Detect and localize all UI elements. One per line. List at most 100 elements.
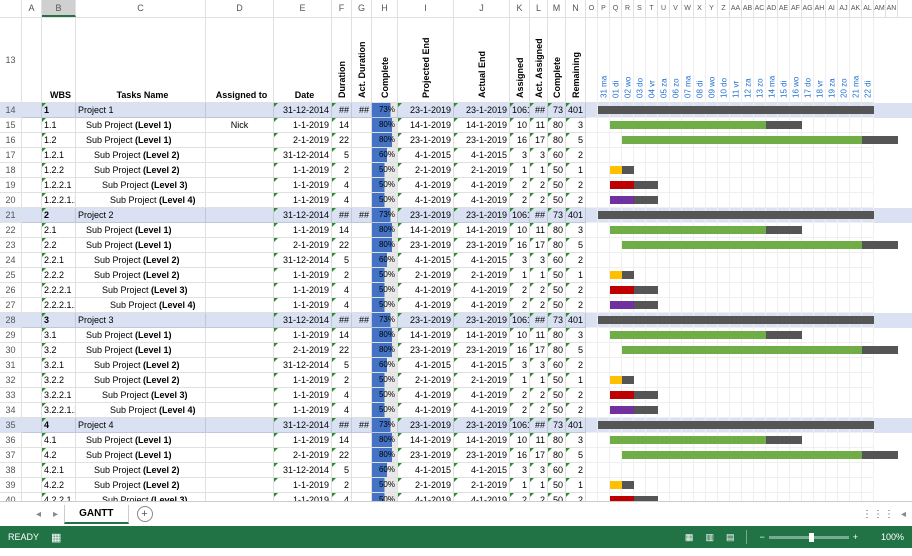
gantt-bar[interactable] <box>610 436 766 444</box>
zoom-out-icon[interactable]: − <box>759 532 764 542</box>
gantt-bar[interactable] <box>598 421 874 429</box>
row-header-27[interactable]: 27 <box>0 298 22 313</box>
cell-16-F[interactable]: 22 <box>332 133 352 148</box>
cell-40-C[interactable]: Sub Project (Level 3) <box>76 493 206 501</box>
cell-27-K[interactable]: 2 <box>510 298 530 313</box>
row-header-28[interactable]: 28 <box>0 313 22 328</box>
row-header-19[interactable]: 19 <box>0 178 22 193</box>
header-wbs[interactable]: WBS <box>42 18 76 103</box>
gantt-header-day-8[interactable]: 07 ma <box>682 18 694 103</box>
add-sheet-button[interactable]: + <box>137 506 153 522</box>
cell-33-E[interactable]: 1-1-2019 <box>274 388 332 403</box>
gantt-bar[interactable] <box>610 376 622 384</box>
cell-22-B[interactable]: 2.1 <box>42 223 76 238</box>
cell-24-G[interactable] <box>352 253 372 268</box>
gantt-header-day-23[interactable]: 22 di <box>862 18 874 103</box>
cell-29-F[interactable]: 14 <box>332 328 352 343</box>
gantt-header-day-9[interactable]: 08 di <box>694 18 706 103</box>
cell-35-N[interactable]: 401 <box>566 418 586 433</box>
cell-34-K[interactable]: 2 <box>510 403 530 418</box>
cell-21-A[interactable] <box>22 208 42 223</box>
cell-24-M[interactable]: 60 <box>548 253 566 268</box>
cell-31-L[interactable]: 3 <box>530 358 548 373</box>
column-header-I[interactable]: I <box>398 0 454 17</box>
row-header-25[interactable]: 25 <box>0 268 22 283</box>
cell-36-M[interactable]: 80 <box>548 433 566 448</box>
cell-14-K[interactable]: 1061 <box>510 103 530 118</box>
column-header-B[interactable]: B <box>42 0 76 17</box>
cell-33-H[interactable]: 50% <box>372 388 398 403</box>
header-tasks-name[interactable]: Tasks Name <box>76 18 206 103</box>
column-header-O[interactable]: O <box>586 0 598 17</box>
cell-39-C[interactable]: Sub Project (Level 2) <box>76 478 206 493</box>
cell-38-N[interactable]: 2 <box>566 463 586 478</box>
cell-33-I[interactable]: 4-1-2019 <box>398 388 454 403</box>
cell-22-G[interactable] <box>352 223 372 238</box>
cell-20-N[interactable]: 2 <box>566 193 586 208</box>
cell-35-H[interactable]: 73% <box>372 418 398 433</box>
cell-26-A[interactable] <box>22 283 42 298</box>
cell-33-B[interactable]: 3.2.2.1 <box>42 388 76 403</box>
row-header-14[interactable]: 14 <box>0 103 22 118</box>
cell-39-A[interactable] <box>22 478 42 493</box>
cell-14-M[interactable]: 73 <box>548 103 566 118</box>
cell-34-E[interactable]: 1-1-2019 <box>274 403 332 418</box>
cell-19-A[interactable] <box>22 178 42 193</box>
column-header-AF[interactable]: AF <box>790 0 802 17</box>
cell-19-K[interactable]: 2 <box>510 178 530 193</box>
column-header-AH[interactable]: AH <box>814 0 826 17</box>
cell-35-M[interactable]: 73 <box>548 418 566 433</box>
view-normal-icon[interactable]: ▦ <box>685 532 694 543</box>
cell-14-C[interactable]: Project 1 <box>76 103 206 118</box>
cell-15-J[interactable]: 14-1-2019 <box>454 118 510 133</box>
cell-23-I[interactable]: 23-1-2019 <box>398 238 454 253</box>
cell-27-G[interactable] <box>352 298 372 313</box>
cell-28-K[interactable]: 1061 <box>510 313 530 328</box>
column-header-E[interactable]: E <box>274 0 332 17</box>
cell-19-G[interactable] <box>352 178 372 193</box>
cell-38-A[interactable] <box>22 463 42 478</box>
cell-25-F[interactable]: 2 <box>332 268 352 283</box>
cell-19-H[interactable]: 50% <box>372 178 398 193</box>
cell-22-D[interactable] <box>206 223 274 238</box>
cell-23-B[interactable]: 2.2 <box>42 238 76 253</box>
gantt-header-day-1[interactable]: 31 ma <box>598 18 610 103</box>
cell-26-F[interactable]: 4 <box>332 283 352 298</box>
cell-32-M[interactable]: 50 <box>548 373 566 388</box>
cell-23-C[interactable]: Sub Project (Level 1) <box>76 238 206 253</box>
cell-35-B[interactable]: 4 <box>42 418 76 433</box>
cell-26-G[interactable] <box>352 283 372 298</box>
cell-28-A[interactable] <box>22 313 42 328</box>
cell-35-L[interactable]: ## <box>530 418 548 433</box>
cell-40-E[interactable]: 1-1-2019 <box>274 493 332 501</box>
gantt-bar[interactable] <box>610 496 634 501</box>
cell-36-A[interactable] <box>22 433 42 448</box>
gantt-bar[interactable] <box>598 106 874 114</box>
column-header-AE[interactable]: AE <box>778 0 790 17</box>
cell-23-D[interactable] <box>206 238 274 253</box>
gantt-bar[interactable] <box>610 181 634 189</box>
cell-21-C[interactable]: Project 2 <box>76 208 206 223</box>
tab-nav-prev-icon[interactable]: ◂ <box>30 509 47 520</box>
cell-21-N[interactable]: 401 <box>566 208 586 223</box>
cell-31-A[interactable] <box>22 358 42 373</box>
gantt-bar[interactable] <box>598 316 874 324</box>
cell-14-J[interactable]: 23-1-2019 <box>454 103 510 118</box>
gantt-header-day-16[interactable]: 15 di <box>778 18 790 103</box>
cell-15-H[interactable]: 80% <box>372 118 398 133</box>
cell-21-F[interactable]: ## <box>332 208 352 223</box>
column-header-Y[interactable]: Y <box>706 0 718 17</box>
cell-21-L[interactable]: ## <box>530 208 548 223</box>
cell-29-N[interactable]: 3 <box>566 328 586 343</box>
cell-15-M[interactable]: 80 <box>548 118 566 133</box>
cell-37-F[interactable]: 22 <box>332 448 352 463</box>
cell-17-A[interactable] <box>22 148 42 163</box>
cell-25-K[interactable]: 1 <box>510 268 530 283</box>
column-header-AB[interactable]: AB <box>742 0 754 17</box>
row-header-13[interactable]: 13 <box>0 18 22 103</box>
cell-38-J[interactable]: 4-1-2015 <box>454 463 510 478</box>
column-header-W[interactable]: W <box>682 0 694 17</box>
gantt-header-day-4[interactable]: 03 do <box>634 18 646 103</box>
cell-15-G[interactable] <box>352 118 372 133</box>
cell-34-A[interactable] <box>22 403 42 418</box>
